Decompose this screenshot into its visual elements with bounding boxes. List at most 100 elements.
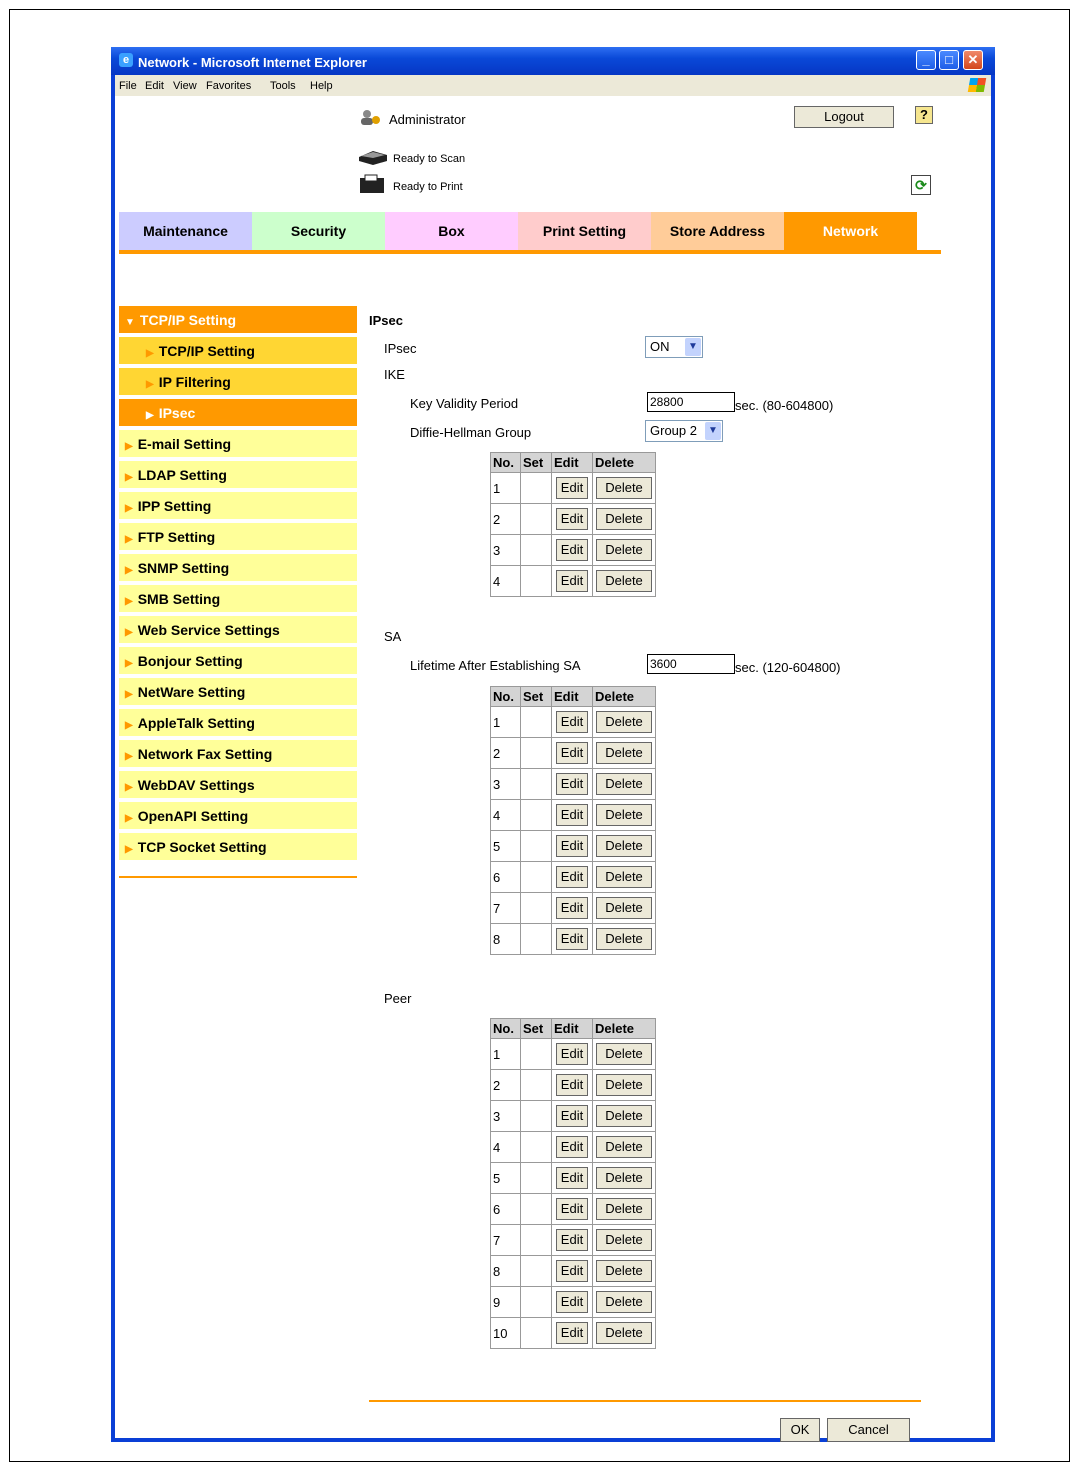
- sidebar-item-webdav[interactable]: ▶ WebDAV Settings: [119, 771, 357, 800]
- delete-button[interactable]: Delete: [596, 928, 652, 950]
- sidebar-item-ldap[interactable]: ▶ LDAP Setting: [119, 461, 357, 490]
- edit-button[interactable]: Edit: [556, 804, 588, 826]
- close-button[interactable]: ✕: [963, 50, 983, 70]
- sidebar-item-network-fax[interactable]: ▶ Network Fax Setting: [119, 740, 357, 769]
- dh-group-label: Diffie-Hellman Group: [410, 425, 532, 440]
- delete-button[interactable]: Delete: [596, 866, 652, 888]
- sidebar-item-tcpip[interactable]: ▼ TCP/IP Setting: [119, 306, 357, 335]
- edit-button[interactable]: Edit: [556, 1043, 588, 1065]
- menu-edit[interactable]: Edit: [145, 80, 164, 92]
- cancel-button[interactable]: Cancel: [827, 1418, 910, 1442]
- delete-button[interactable]: Delete: [596, 835, 652, 857]
- delete-button[interactable]: Delete: [596, 1167, 652, 1189]
- print-status: Ready to Print: [393, 181, 463, 193]
- edit-button[interactable]: Edit: [556, 477, 588, 499]
- menu-tools[interactable]: Tools: [270, 80, 296, 92]
- sidebar-item-tcpip-sub[interactable]: ▶ TCP/IP Setting: [119, 337, 357, 366]
- delete-button[interactable]: Delete: [596, 1260, 652, 1282]
- edit-button[interactable]: Edit: [556, 835, 588, 857]
- column-delete: Delete: [592, 452, 656, 473]
- delete-button[interactable]: Delete: [596, 711, 652, 733]
- column-delete: Delete: [592, 686, 656, 707]
- delete-button[interactable]: Delete: [596, 897, 652, 919]
- dh-group-select[interactable]: Group 2 ▼: [645, 420, 723, 442]
- ipsec-select[interactable]: ON ▼: [645, 336, 703, 358]
- menu-favorites[interactable]: Favorites: [206, 80, 251, 92]
- sidebar-item-tcp-socket[interactable]: ▶ TCP Socket Setting: [119, 833, 357, 862]
- delete-button[interactable]: Delete: [596, 1291, 652, 1313]
- edit-button[interactable]: Edit: [556, 539, 588, 561]
- arrow-icon: ▶: [125, 565, 133, 576]
- sidebar-item-ftp[interactable]: ▶ FTP Setting: [119, 523, 357, 552]
- table-row: 10 Edit Delete: [490, 1317, 656, 1349]
- edit-button[interactable]: Edit: [556, 1198, 588, 1220]
- key-validity-input[interactable]: 28800: [647, 392, 735, 412]
- sidebar-item-openapi[interactable]: ▶ OpenAPI Setting: [119, 802, 357, 831]
- edit-button[interactable]: Edit: [556, 508, 588, 530]
- edit-button[interactable]: Edit: [556, 897, 588, 919]
- delete-button[interactable]: Delete: [596, 508, 652, 530]
- tab-network[interactable]: Network: [784, 212, 917, 250]
- peer-label: Peer: [384, 991, 412, 1006]
- edit-button[interactable]: Edit: [556, 711, 588, 733]
- edit-button[interactable]: Edit: [556, 1322, 588, 1344]
- arrow-icon: ▶: [125, 534, 133, 545]
- sidebar-item-netware[interactable]: ▶ NetWare Setting: [119, 678, 357, 707]
- table-row: 3 Edit Delete: [490, 1100, 656, 1132]
- arrow-icon: ▶: [146, 348, 154, 359]
- tab-maintenance[interactable]: Maintenance: [119, 212, 252, 250]
- edit-button[interactable]: Edit: [556, 1167, 588, 1189]
- delete-button[interactable]: Delete: [596, 742, 652, 764]
- table-row: 8 Edit Delete: [490, 923, 656, 955]
- ok-button[interactable]: OK: [780, 1418, 820, 1442]
- menu-help[interactable]: Help: [310, 80, 333, 92]
- edit-button[interactable]: Edit: [556, 1074, 588, 1096]
- lifetime-input[interactable]: 3600: [647, 654, 735, 674]
- sidebar-item-ipsec[interactable]: ▶ IPsec: [119, 399, 357, 428]
- delete-button[interactable]: Delete: [596, 1105, 652, 1127]
- delete-button[interactable]: Delete: [596, 1322, 652, 1344]
- tab-box[interactable]: Box: [385, 212, 518, 250]
- edit-button[interactable]: Edit: [556, 773, 588, 795]
- menu-view[interactable]: View: [173, 80, 197, 92]
- edit-button[interactable]: Edit: [556, 1260, 588, 1282]
- tab-security[interactable]: Security: [252, 212, 385, 250]
- delete-button[interactable]: Delete: [596, 804, 652, 826]
- logout-button[interactable]: Logout: [794, 106, 894, 128]
- sidebar-item-smb[interactable]: ▶ SMB Setting: [119, 585, 357, 614]
- edit-button[interactable]: Edit: [556, 570, 588, 592]
- edit-button[interactable]: Edit: [556, 742, 588, 764]
- delete-button[interactable]: Delete: [596, 1136, 652, 1158]
- edit-button[interactable]: Edit: [556, 1105, 588, 1127]
- tab-print-setting[interactable]: Print Setting: [518, 212, 651, 250]
- minimize-button[interactable]: _: [916, 50, 936, 70]
- delete-button[interactable]: Delete: [596, 1198, 652, 1220]
- column-no: No.: [490, 1018, 521, 1039]
- sidebar-item-ipp[interactable]: ▶ IPP Setting: [119, 492, 357, 521]
- delete-button[interactable]: Delete: [596, 1043, 652, 1065]
- edit-button[interactable]: Edit: [556, 1136, 588, 1158]
- delete-button[interactable]: Delete: [596, 1229, 652, 1251]
- menu-file[interactable]: File: [119, 80, 137, 92]
- edit-button[interactable]: Edit: [556, 928, 588, 950]
- sidebar-item-email[interactable]: ▶ E-mail Setting: [119, 430, 357, 459]
- sidebar-item-bonjour[interactable]: ▶ Bonjour Setting: [119, 647, 357, 676]
- sidebar-item-snmp[interactable]: ▶ SNMP Setting: [119, 554, 357, 583]
- delete-button[interactable]: Delete: [596, 1074, 652, 1096]
- edit-button[interactable]: Edit: [556, 866, 588, 888]
- edit-button[interactable]: Edit: [556, 1229, 588, 1251]
- delete-button[interactable]: Delete: [596, 539, 652, 561]
- maximize-button[interactable]: □: [939, 50, 959, 70]
- edit-button[interactable]: Edit: [556, 1291, 588, 1313]
- delete-button[interactable]: Delete: [596, 773, 652, 795]
- refresh-icon[interactable]: ⟳: [911, 175, 931, 195]
- sidebar-item-appletalk[interactable]: ▶ AppleTalk Setting: [119, 709, 357, 738]
- help-button[interactable]: ?: [915, 106, 933, 124]
- delete-button[interactable]: Delete: [596, 570, 652, 592]
- tab-store-address[interactable]: Store Address: [651, 212, 784, 250]
- table-row: 4 Edit Delete: [490, 565, 656, 597]
- sidebar-item-ip-filtering[interactable]: ▶ IP Filtering: [119, 368, 357, 397]
- sidebar-item-web-service[interactable]: ▶ Web Service Settings: [119, 616, 357, 645]
- arrow-icon: ▶: [125, 844, 133, 855]
- delete-button[interactable]: Delete: [596, 477, 652, 499]
